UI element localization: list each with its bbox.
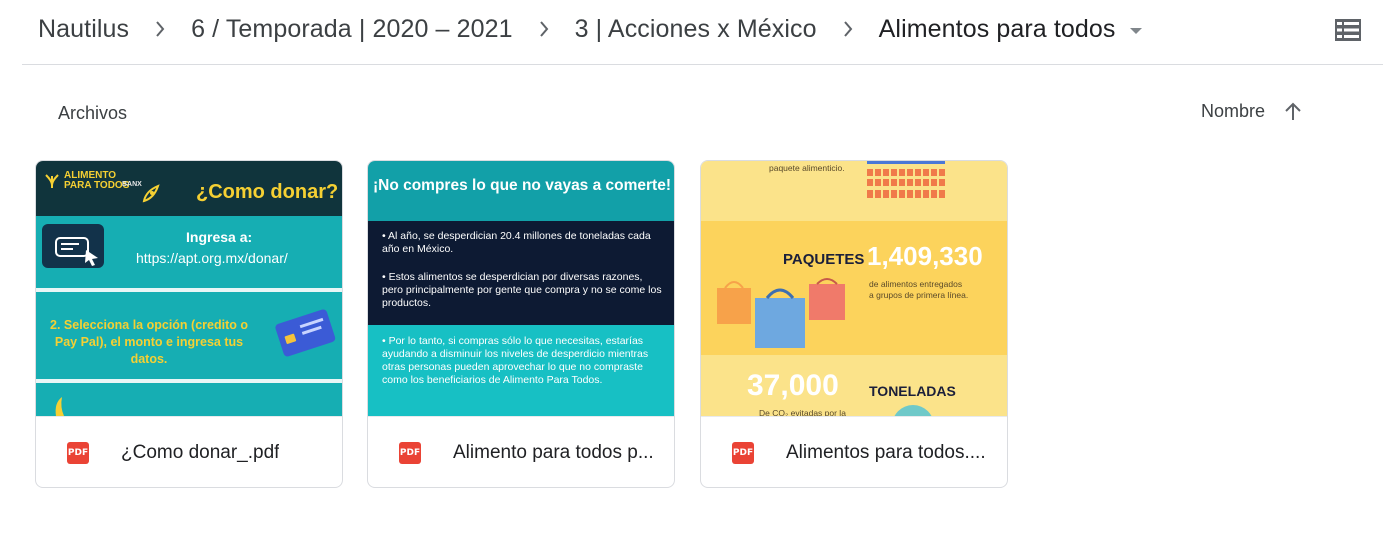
shopping-bags-icon	[717, 278, 845, 348]
people-icons	[867, 161, 945, 199]
pdf-file-icon: PDF	[732, 442, 754, 464]
breadcrumb-item-acciones[interactable]: 3 | Acciones x México	[575, 15, 817, 44]
pdf-file-icon: PDF	[399, 442, 421, 464]
file-card[interactable]: ALIMENTO PARA TODOS BANX ¿Como donar? In…	[35, 160, 343, 488]
file-card[interactable]: paquete alimenticio. PAQUETES 1,409,330 …	[700, 160, 1008, 488]
header-divider	[22, 64, 1383, 65]
credit-card-icon	[275, 309, 336, 357]
sort-label: Nombre	[1201, 101, 1266, 121]
browser-window-icon	[42, 224, 104, 268]
chevron-right-icon	[841, 21, 855, 37]
file-thumbnail: ¡No compres lo que no vayas a comerte! •…	[368, 161, 674, 416]
breadcrumb-item-current-folder[interactable]: Alimentos para todos	[879, 15, 1116, 44]
breadcrumb-item-nautilus[interactable]: Nautilus	[38, 15, 129, 44]
section-title: Archivos	[58, 103, 128, 123]
rocket-icon	[142, 184, 160, 203]
file-thumbnail: paquete alimenticio. PAQUETES 1,409,330 …	[701, 161, 1007, 416]
top-bar: Nautilus 6 / Temporada | 2020 – 2021 3 |…	[0, 0, 1383, 64]
pdf-file-icon: PDF	[67, 442, 89, 464]
file-thumbnail: ALIMENTO PARA TODOS BANX ¿Como donar? In…	[36, 161, 342, 416]
arrow-up-icon	[1285, 102, 1301, 120]
wheat-logo-icon	[45, 174, 59, 188]
banana-icon	[55, 397, 64, 416]
list-view-icon	[1335, 19, 1361, 41]
list-view-toggle-button[interactable]	[1330, 14, 1366, 46]
file-card[interactable]: ¡No compres lo que no vayas a comerte! •…	[367, 160, 675, 488]
chevron-right-icon	[537, 21, 551, 37]
file-name: ¿Como donar_.pdf	[121, 442, 280, 463]
breadcrumb-item-temporada[interactable]: 6 / Temporada | 2020 – 2021	[191, 15, 512, 44]
circle-graphic	[894, 405, 932, 416]
sort-by-name-button[interactable]: Nombre	[1201, 101, 1303, 122]
folder-menu-caret-icon[interactable]	[1129, 27, 1142, 34]
breadcrumb: Nautilus 6 / Temporada | 2020 – 2021 3 |…	[38, 14, 1142, 44]
file-name: Alimento para todos p...	[453, 442, 654, 463]
chevron-right-icon	[153, 21, 167, 37]
file-name: Alimentos para todos....	[786, 442, 986, 463]
